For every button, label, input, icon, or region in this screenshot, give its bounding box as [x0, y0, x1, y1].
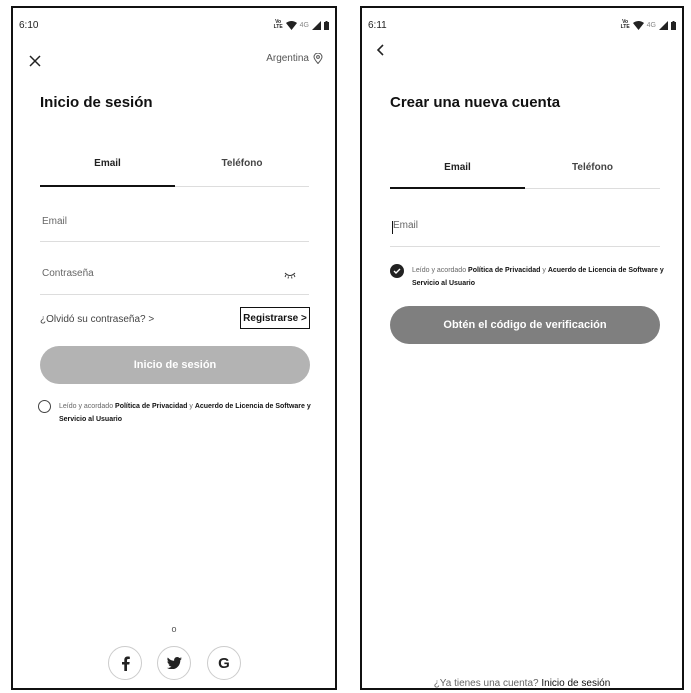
privacy-policy-link[interactable]: Política de Privacidad: [468, 267, 540, 274]
battery-icon: [324, 20, 329, 30]
close-icon[interactable]: [29, 55, 41, 67]
agreement-checkbox-checked[interactable]: [390, 264, 404, 278]
email-input[interactable]: Email: [393, 220, 653, 231]
get-verification-code-button[interactable]: Obtén el código de verificación: [390, 306, 660, 344]
status-time: 6:11: [368, 20, 387, 31]
status-bar: 6:11 Vo LTE 4G: [368, 20, 676, 34]
page-title: Inicio de sesión: [40, 94, 153, 111]
tab-active-indicator: [40, 185, 175, 187]
agreement-text: Leído y acordado Política de Privacidad …: [412, 264, 664, 290]
network-type-label: 4G: [646, 21, 656, 29]
signup-screen: 6:11 Vo LTE 4G Crear una nueva cuenta Ema…: [360, 6, 684, 690]
location-pin-icon: [313, 53, 323, 64]
agreement-and: y: [540, 267, 548, 274]
facebook-login-button[interactable]: [108, 646, 142, 680]
region-selector[interactable]: Argentina: [266, 53, 323, 64]
email-input[interactable]: Email: [42, 216, 302, 227]
email-divider: [390, 246, 660, 247]
agreement-prefix: Leído y acordado: [412, 267, 469, 274]
forgot-password-link[interactable]: ¿Olvidó su contraseña? >: [40, 314, 154, 325]
status-icons: Vo LTE 4G: [621, 20, 676, 30]
checkmark-icon: [393, 268, 401, 274]
volte-icon: Vo LTE: [273, 19, 283, 30]
eye-closed-icon[interactable]: [284, 271, 296, 279]
tab-telefono[interactable]: Teléfono: [525, 162, 660, 173]
footer-question: ¿Ya tienes una cuenta?: [433, 678, 542, 689]
google-login-button[interactable]: G: [207, 646, 241, 680]
wifi-icon: [285, 20, 297, 30]
register-link[interactable]: Registrarse >: [240, 307, 310, 329]
tab-active-indicator: [390, 187, 525, 189]
privacy-policy-link[interactable]: Política de Privacidad: [115, 403, 187, 410]
status-time: 6:10: [19, 20, 39, 31]
footer: ¿Ya tienes una cuenta? Inicio de sesión: [362, 678, 682, 689]
back-arrow-icon[interactable]: [376, 44, 384, 56]
facebook-icon: [121, 656, 130, 671]
twitter-icon: [166, 657, 182, 669]
password-input[interactable]: Contraseña: [42, 268, 272, 279]
page-title: Crear una nueva cuenta: [390, 94, 561, 111]
status-bar: 6:10 Vo LTE 4G: [19, 20, 329, 34]
login-link[interactable]: Inicio de sesión: [541, 678, 610, 688]
agreement-and: y: [187, 403, 195, 410]
status-icons: Vo LTE 4G: [274, 20, 329, 30]
twitter-login-button[interactable]: [157, 646, 191, 680]
login-button[interactable]: Inicio de sesión: [40, 346, 310, 384]
google-icon: G: [218, 654, 230, 672]
signal-icon: [312, 20, 321, 30]
tab-telefono[interactable]: Teléfono: [175, 158, 309, 169]
volte-icon: Vo LTE: [620, 19, 630, 30]
or-separator: o: [171, 624, 177, 634]
email-divider: [40, 241, 309, 242]
agreement-prefix: Leído y acordado: [59, 403, 116, 410]
tab-email[interactable]: Email: [390, 162, 525, 173]
signal-icon: [659, 20, 668, 30]
password-divider: [40, 294, 309, 295]
login-screen: 6:10 Vo LTE 4G Argentina Inicio de sesión…: [11, 6, 337, 690]
network-type-label: 4G: [299, 21, 309, 29]
agreement-checkbox[interactable]: [38, 400, 51, 413]
agreement-text: Leído y acordado Política de Privacidad …: [59, 400, 311, 426]
tab-email[interactable]: Email: [40, 158, 175, 169]
region-label: Argentina: [266, 53, 309, 64]
wifi-icon: [632, 20, 644, 30]
battery-icon: [671, 20, 676, 30]
